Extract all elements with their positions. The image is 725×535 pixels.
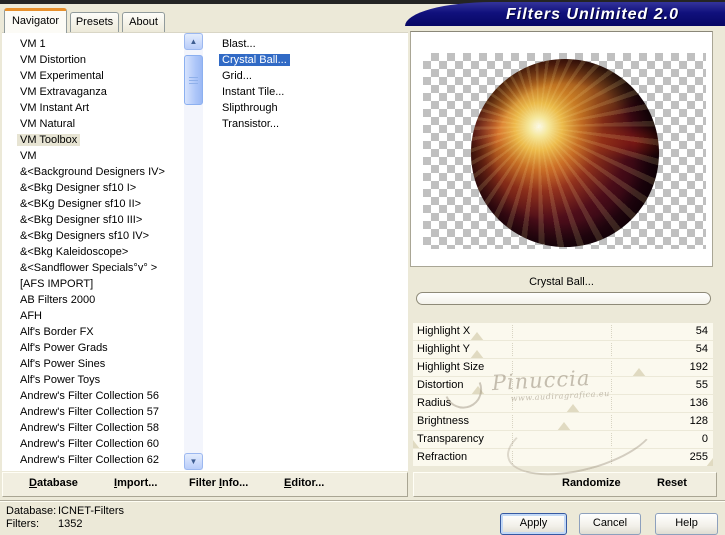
- parameter-value: 54: [695, 325, 708, 337]
- slider-thumb-icon[interactable]: [706, 458, 713, 466]
- category-item[interactable]: &<Background Designers IV>: [8, 164, 182, 180]
- parameter-list: Highlight X 54 Highlight Y 54 Highlight Size…: [413, 323, 713, 467]
- filter-info-button[interactable]: Filter Info...: [189, 477, 248, 489]
- category-item[interactable]: Alf's Power Grads: [8, 340, 182, 356]
- reset-button[interactable]: Reset: [657, 477, 687, 489]
- category-item[interactable]: AB Filters 2000: [8, 292, 182, 308]
- parameter-slider[interactable]: Transparency 0: [413, 431, 713, 448]
- slider-thumb-icon[interactable]: [469, 332, 484, 340]
- category-item[interactable]: &<Bkg Designers sf10 IV>: [8, 228, 182, 244]
- title-banner: Filters Unlimited 2.0: [405, 2, 725, 26]
- crystal-ball-preview-image: [471, 59, 659, 247]
- parameter-slider[interactable]: Highlight Size 192: [413, 359, 713, 376]
- scroll-up-button[interactable]: ▲: [184, 33, 203, 50]
- category-item[interactable]: VM Experimental: [8, 68, 182, 84]
- slider-thumb-icon[interactable]: [470, 386, 485, 394]
- parameter-value: 0: [701, 433, 708, 445]
- category-item[interactable]: &<Bkg Designer sf10 III>: [8, 212, 182, 228]
- filter-list: Blast... Crystal Ball... Grid... Instant Ti…: [213, 36, 405, 468]
- parameter-slider[interactable]: Highlight Y 54: [413, 341, 713, 358]
- parameter-value: 54: [695, 343, 708, 355]
- category-item[interactable]: VM 1: [8, 36, 182, 52]
- status-filters-value: 1352: [58, 518, 83, 530]
- parameter-label: Highlight X: [417, 325, 471, 337]
- tab-about[interactable]: About: [122, 12, 165, 33]
- category-item[interactable]: [AFS IMPORT]: [8, 276, 182, 292]
- category-item[interactable]: Andrew's Filter Collection 57: [8, 404, 182, 420]
- scroll-up-icon: ▲: [189, 37, 198, 46]
- category-item[interactable]: Alf's Power Toys: [8, 372, 182, 388]
- filter-item[interactable]: Slipthrough: [213, 100, 405, 116]
- category-item[interactable]: &<Sandflower Specials°v° >: [8, 260, 182, 276]
- selected-filter-caption: Crystal Ball...: [529, 276, 594, 288]
- category-item[interactable]: AFH: [8, 308, 182, 324]
- database-button[interactable]: Database: [29, 477, 78, 489]
- filter-item[interactable]: Grid...: [213, 68, 405, 84]
- category-item[interactable]: Alf's Border FX: [8, 324, 182, 340]
- parameter-slider[interactable]: Radius 136: [413, 395, 713, 412]
- category-item[interactable]: Andrew's Filter Collection 56: [8, 388, 182, 404]
- parameter-label: Brightness: [417, 415, 469, 427]
- scrollbar-thumb[interactable]: [184, 55, 203, 105]
- help-button[interactable]: Help: [655, 513, 718, 535]
- editor-button[interactable]: Editor...: [284, 477, 324, 489]
- parameter-slider[interactable]: Refraction 255: [413, 449, 713, 466]
- category-item[interactable]: VM Natural: [8, 116, 182, 132]
- parameter-label: Distortion: [417, 379, 464, 391]
- category-item[interactable]: &<BKg Designer sf10 II>: [8, 196, 182, 212]
- slider-thumb-icon[interactable]: [556, 422, 571, 430]
- status-database-label: Database:: [6, 505, 57, 517]
- filter-item[interactable]: Instant Tile...: [213, 84, 405, 100]
- filter-item[interactable]: Crystal Ball...: [213, 52, 405, 68]
- category-item[interactable]: Andrew's Filter Collection 62: [8, 452, 182, 468]
- tab-presets[interactable]: Presets: [70, 12, 119, 33]
- apply-button[interactable]: Apply: [500, 513, 567, 535]
- right-command-bar: Randomize Reset: [413, 472, 717, 497]
- category-item[interactable]: Alf's Power Sines: [8, 356, 182, 372]
- filter-item[interactable]: Transistor...: [213, 116, 405, 132]
- app-title: Filters Unlimited 2.0: [505, 6, 680, 23]
- category-item[interactable]: VM Distortion: [8, 52, 182, 68]
- slider-thumb-icon[interactable]: [469, 350, 484, 358]
- parameter-value: 128: [689, 415, 708, 427]
- parameter-label: Highlight Size: [417, 361, 485, 373]
- parameter-slider[interactable]: Highlight X 54: [413, 323, 713, 340]
- parameter-label: Transparency: [417, 433, 484, 445]
- category-scrollbar[interactable]: ▲ ▼: [184, 33, 203, 470]
- slider-thumb-icon[interactable]: [413, 440, 420, 448]
- slider-thumb-icon[interactable]: [566, 404, 580, 412]
- cancel-button[interactable]: Cancel: [579, 513, 641, 535]
- scroll-down-icon: ▼: [189, 457, 198, 466]
- parameter-slider[interactable]: Brightness 128: [413, 413, 713, 430]
- status-database-value: ICNET-Filters: [58, 505, 124, 517]
- category-item[interactable]: VM Toolbox: [8, 132, 182, 148]
- parameter-value: 136: [689, 397, 708, 409]
- scroll-down-button[interactable]: ▼: [184, 453, 203, 470]
- status-area: Database: ICNET-Filters Filters: 1352: [6, 505, 124, 531]
- filters-unlimited-dialog: Filters Unlimited 2.0 Navigator Presets …: [0, 0, 725, 535]
- parameter-label: Radius: [417, 397, 452, 409]
- parameter-label: Refraction: [417, 451, 468, 463]
- parameter-value: 55: [695, 379, 708, 391]
- divider: [0, 500, 725, 502]
- parameter-value: 192: [689, 361, 708, 373]
- status-filters-label: Filters:: [6, 518, 39, 530]
- tab-navigator[interactable]: Navigator: [4, 8, 67, 33]
- category-item[interactable]: Andrew's Filter Collection 60: [8, 436, 182, 452]
- category-item[interactable]: VM Extravaganza: [8, 84, 182, 100]
- category-list: VM 1 VM Distortion VM Experimental VM Extra…: [8, 36, 182, 468]
- randomize-button[interactable]: Randomize: [562, 477, 621, 489]
- import-button[interactable]: Import...: [114, 477, 157, 489]
- category-item[interactable]: VM: [8, 148, 182, 164]
- parameter-label: Highlight Y: [417, 343, 470, 355]
- left-command-bar: Database Import... Filter Info... Editor…: [2, 472, 408, 497]
- render-progress-bar: [416, 292, 711, 305]
- filter-item[interactable]: Blast...: [213, 36, 405, 52]
- parameter-slider[interactable]: Distortion 55: [413, 377, 713, 394]
- category-item[interactable]: VM Instant Art: [8, 100, 182, 116]
- category-item[interactable]: &<Bkg Kaleidoscope>: [8, 244, 182, 260]
- category-item[interactable]: &<Bkg Designer sf10 I>: [8, 180, 182, 196]
- slider-thumb-icon[interactable]: [631, 368, 646, 376]
- category-item[interactable]: Andrew's Filter Collection 58: [8, 420, 182, 436]
